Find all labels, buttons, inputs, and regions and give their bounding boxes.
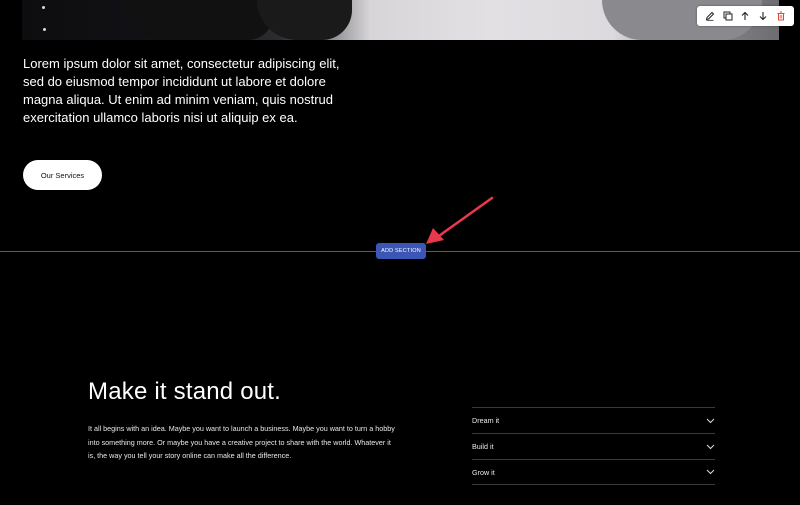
annotation-arrow-icon	[426, 196, 494, 244]
image-figure-left	[124, 0, 274, 40]
chevron-down-icon	[705, 442, 715, 452]
duplicate-icon[interactable]	[721, 9, 735, 23]
hero-image	[22, 0, 779, 40]
move-up-icon[interactable]	[738, 9, 752, 23]
delete-icon[interactable]	[774, 9, 788, 23]
accordion-item-grow-it[interactable]: Grow it	[472, 459, 715, 485]
accordion-item-build-it[interactable]: Build it	[472, 433, 715, 459]
hero-paragraph: Lorem ipsum dolor sit amet, consectetur …	[23, 56, 340, 125]
accordion-item-label: Dream it	[472, 416, 500, 425]
section-headline: Make it stand out.	[88, 378, 282, 405]
move-down-icon[interactable]	[756, 9, 770, 23]
our-services-button[interactable]: Our Services	[23, 160, 102, 190]
section-body-text: It all begins with an idea. Maybe you wa…	[88, 424, 395, 461]
accordion: Dream it Build it Grow it	[472, 407, 715, 485]
accordion-item-label: Build it	[472, 442, 494, 451]
add-section-button[interactable]: ADD SECTION	[376, 243, 426, 259]
image-detail	[42, 6, 45, 9]
image-figure-center	[257, 0, 352, 40]
block-toolbar	[697, 6, 794, 26]
image-detail	[43, 28, 46, 31]
accordion-item-label: Grow it	[472, 467, 495, 477]
accordion-item-dream-it[interactable]: Dream it	[472, 407, 715, 433]
edit-icon[interactable]	[703, 9, 717, 23]
chevron-down-icon	[705, 467, 715, 477]
chevron-down-icon	[705, 416, 715, 426]
